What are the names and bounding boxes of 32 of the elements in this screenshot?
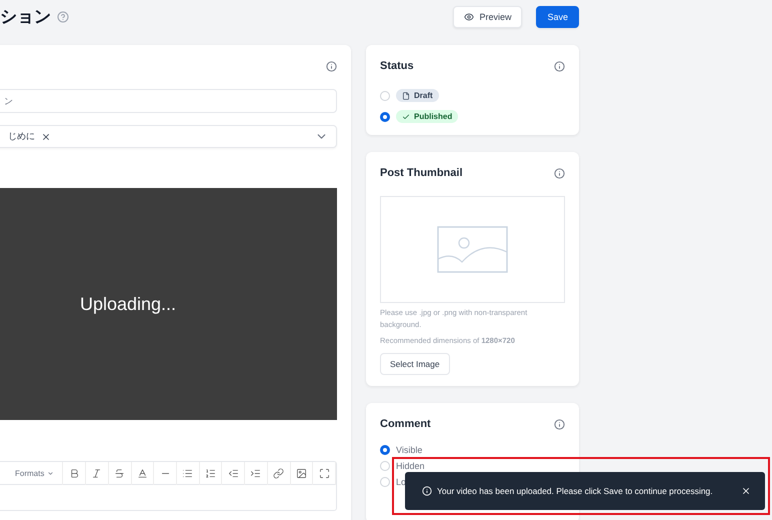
info-icon	[422, 486, 432, 496]
page-title: ション	[0, 6, 51, 28]
status-badge: Draft	[396, 89, 439, 102]
radio-button[interactable]	[380, 112, 390, 122]
info-icon[interactable]	[554, 418, 565, 430]
radio-button[interactable]	[380, 445, 390, 455]
help-icon[interactable]	[57, 10, 69, 22]
save-button[interactable]: Save	[536, 6, 579, 28]
upload-status: Uploading...	[80, 294, 176, 314]
formats-dropdown[interactable]: Formats	[15, 462, 64, 484]
eye-icon	[464, 12, 474, 22]
toast-message: Your video has been uploaded. Please click Save to continue processing.	[437, 486, 714, 496]
rich-text-editor[interactable]: Formats	[0, 461, 337, 511]
preview-button[interactable]: Preview	[453, 6, 522, 28]
card-title: Post Thumbnail	[380, 167, 462, 179]
tag-select[interactable]: じめに	[0, 125, 337, 148]
info-icon[interactable]	[554, 168, 565, 178]
card-title: Comment	[380, 418, 431, 430]
info-icon[interactable]	[554, 60, 565, 72]
caret-icon	[47, 470, 54, 476]
option-label: Visible	[396, 445, 422, 455]
select-image-button[interactable]: Select Image	[380, 353, 450, 375]
info-icon[interactable]	[326, 60, 337, 72]
thumbnail-dropzone[interactable]	[380, 196, 565, 303]
card-title: Status	[380, 60, 414, 72]
option-label: Hidden	[396, 461, 425, 471]
image-placeholder-icon	[437, 226, 508, 273]
remove-icon[interactable]	[41, 132, 51, 142]
title-field[interactable]: ン	[0, 89, 337, 113]
tag-label: じめに	[8, 130, 35, 143]
status-badge: Published	[396, 110, 458, 123]
close-button[interactable]	[741, 486, 751, 496]
